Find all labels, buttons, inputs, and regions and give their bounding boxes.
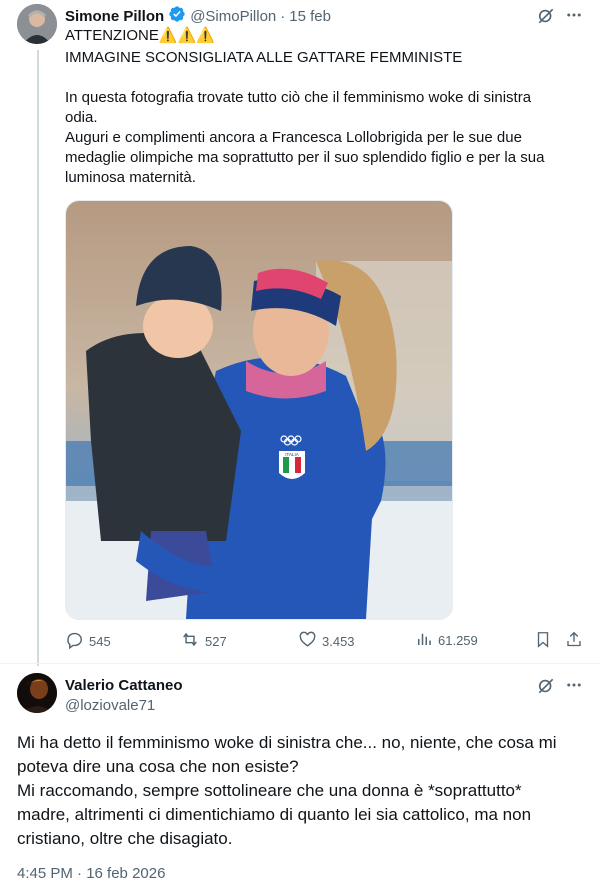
- reply-text: Mi ha detto il femminismo woke di sinist…: [17, 733, 557, 848]
- italia-badge-text: ITALIA: [285, 452, 298, 457]
- more-icon[interactable]: [565, 676, 583, 699]
- tweet-text-line2: IMMAGINE SCONSIGLIATA ALLE GATTARE FEMMI…: [65, 49, 463, 66]
- reply-author-handle[interactable]: @loziovale71: [65, 697, 155, 714]
- separator-dot: ·: [280, 8, 286, 25]
- thread-connector-line: [37, 50, 39, 666]
- grok-icon[interactable]: [536, 676, 556, 701]
- tweet-text-line1: ATTENZIONE⚠️⚠️⚠️: [65, 27, 215, 44]
- author-name[interactable]: Simone Pillon: [65, 8, 164, 25]
- like-icon: [298, 630, 317, 652]
- reply-button[interactable]: 545: [65, 630, 111, 652]
- like-count: 3.453: [322, 633, 355, 649]
- avatar-simone[interactable]: [17, 4, 57, 44]
- author-handle[interactable]: @SimoPillon: [190, 8, 276, 25]
- repost-icon: [180, 630, 200, 652]
- like-button[interactable]: 3.453: [298, 630, 355, 652]
- tweet-photo[interactable]: ITALIA: [65, 200, 453, 620]
- share-icon[interactable]: [565, 630, 583, 654]
- tweet-body: In questa fotografia trovate tutto ciò c…: [65, 89, 545, 186]
- verified-badge-icon: [168, 5, 186, 28]
- reply-icon: [65, 630, 84, 652]
- divider: [0, 663, 600, 664]
- avatar-valerio[interactable]: [17, 673, 57, 713]
- views-button[interactable]: 61.259: [415, 630, 478, 651]
- views-icon: [415, 630, 433, 651]
- bookmark-icon[interactable]: [534, 630, 552, 654]
- repost-count: 527: [205, 633, 227, 649]
- reply-author-name[interactable]: Valerio Cattaneo: [65, 677, 183, 694]
- reply-timestamp[interactable]: 4:45 PM · 16 feb 2026: [17, 865, 165, 882]
- tweet-date[interactable]: 15 feb: [289, 8, 331, 25]
- views-count: 61.259: [438, 633, 478, 648]
- repost-button[interactable]: 527: [180, 630, 227, 652]
- reply-count: 545: [89, 633, 111, 649]
